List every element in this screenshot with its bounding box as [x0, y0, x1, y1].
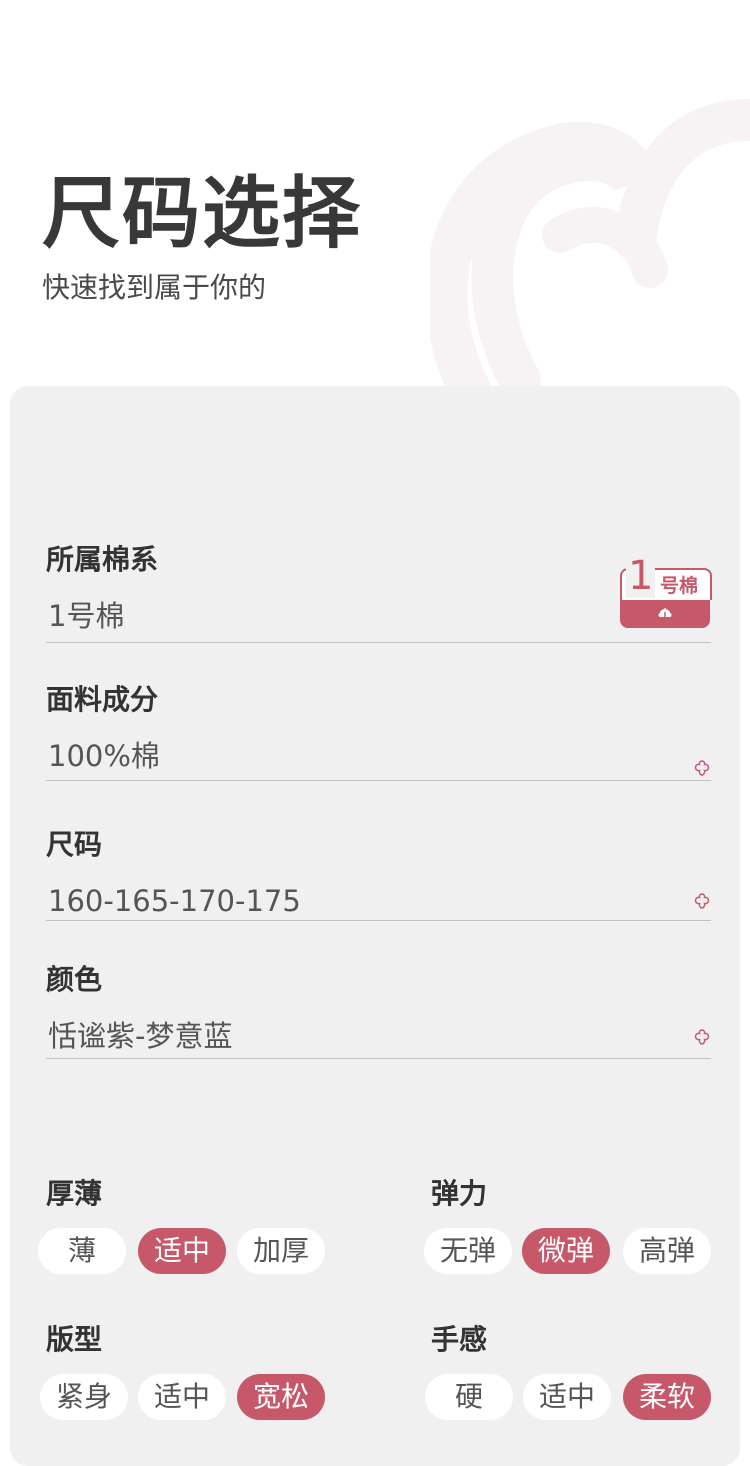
- divider: [46, 1058, 711, 1059]
- cotton-series-field: 所属棉系 1号棉: [46, 540, 711, 643]
- fit-option-regular[interactable]: 适中: [138, 1374, 226, 1420]
- size-value[interactable]: 160-165-170-175: [46, 881, 711, 921]
- cotton-icon: [658, 608, 672, 617]
- flower-icon: [694, 760, 710, 776]
- fit-option-tight[interactable]: 紧身: [40, 1374, 128, 1420]
- page-subtitle: 快速找到属于你的: [42, 271, 267, 304]
- thickness-option-medium[interactable]: 适中: [138, 1228, 226, 1274]
- cotton-grade-badge: 1 号棉: [620, 553, 712, 628]
- divider: [46, 920, 711, 921]
- elasticity-label: 弹力: [431, 1177, 488, 1210]
- cotton-series-value[interactable]: 1号棉: [46, 596, 711, 636]
- feel-option-hard[interactable]: 硬: [425, 1374, 513, 1420]
- color-label: 颜色: [46, 963, 103, 996]
- badge-number: 1: [626, 553, 656, 599]
- flower-icon: [694, 893, 710, 909]
- badge-footer: [620, 600, 710, 628]
- flower-icon: [694, 1029, 710, 1045]
- color-field: 颜色 恬谧紫-梦意蓝: [46, 960, 711, 1060]
- cotton-series-label: 所属棉系: [46, 543, 159, 576]
- thickness-label: 厚薄: [46, 1177, 103, 1210]
- background-swirl-decoration: [430, 99, 750, 400]
- feel-option-soft[interactable]: 柔软: [623, 1374, 711, 1420]
- elasticity-option-slight[interactable]: 微弹: [522, 1228, 610, 1274]
- color-value[interactable]: 恬谧紫-梦意蓝: [46, 1016, 711, 1056]
- fabric-composition-value[interactable]: 100%棉: [46, 736, 711, 776]
- elasticity-option-none[interactable]: 无弹: [424, 1228, 512, 1274]
- elasticity-option-high[interactable]: 高弹: [623, 1228, 711, 1274]
- feel-label: 手感: [431, 1323, 488, 1356]
- divider: [46, 780, 711, 781]
- divider: [46, 642, 711, 643]
- page-title: 尺码选择: [42, 169, 363, 259]
- fabric-composition-label: 面料成分: [46, 683, 159, 716]
- fabric-composition-field: 面料成分 100%棉: [46, 680, 711, 782]
- fit-label: 版型: [46, 1323, 103, 1356]
- feel-option-medium[interactable]: 适中: [523, 1374, 611, 1420]
- size-field: 尺码 160-165-170-175: [46, 825, 711, 921]
- fit-option-loose[interactable]: 宽松: [237, 1374, 325, 1420]
- size-label: 尺码: [46, 828, 103, 861]
- badge-text: 号棉: [660, 575, 699, 597]
- thickness-option-thin[interactable]: 薄: [38, 1228, 126, 1274]
- thickness-option-thick[interactable]: 加厚: [237, 1228, 325, 1274]
